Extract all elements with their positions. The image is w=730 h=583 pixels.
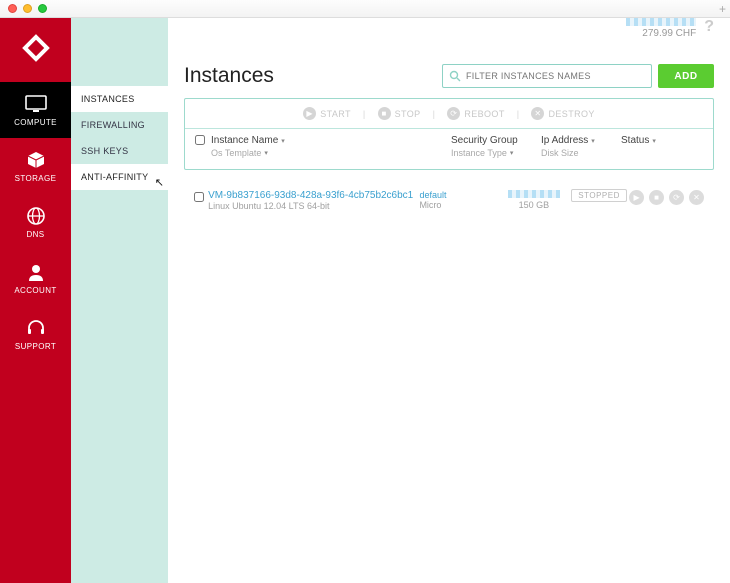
help-icon[interactable]: ? (704, 18, 714, 36)
brand-logo-icon (20, 32, 52, 64)
balance-blurred-icon (626, 18, 696, 26)
disk-size: 150 GB (499, 200, 569, 210)
reboot-icon: ⟳ (447, 107, 460, 120)
row-start-icon[interactable]: ▶ (629, 190, 644, 205)
row-stop-icon[interactable]: ■ (649, 190, 664, 205)
action-reboot[interactable]: ⟳ REBOOT (447, 107, 504, 120)
monitor-icon (23, 93, 49, 115)
caret-down-icon: ▾ (510, 149, 514, 157)
play-icon: ▶ (303, 107, 316, 120)
nav-label: DNS (26, 230, 44, 239)
row-destroy-icon[interactable]: ✕ (689, 190, 704, 205)
security-group-link[interactable]: default (419, 190, 498, 200)
nav-label: COMPUTE (14, 118, 57, 127)
globe-icon (23, 205, 49, 227)
window-new-tab-icon[interactable]: + (719, 2, 726, 16)
nav-item-support[interactable]: SUPPORT (0, 306, 71, 362)
table-body: VM-9b837166-93d8-428a-93f6-4cb75b2c6bc1 … (184, 186, 714, 215)
primary-nav: COMPUTE STORAGE DNS ACCOUNT SUPPORT (0, 0, 71, 583)
instance-name-link[interactable]: VM-9b837166-93d8-428a-93f6-4cb75b2c6bc1 (208, 190, 419, 201)
caret-down-icon: ▾ (264, 149, 268, 157)
caret-down-icon: ▾ (281, 137, 285, 145)
select-all-checkbox[interactable] (195, 135, 205, 145)
add-button[interactable]: ADD (658, 64, 714, 88)
page-title: Instances (184, 64, 442, 88)
window-zoom-icon[interactable] (38, 4, 47, 13)
header-instance-name[interactable]: Instance Name▾ (211, 135, 451, 146)
window-minimize-icon[interactable] (23, 4, 32, 13)
instance-os: Linux Ubuntu 12.04 LTS 64-bit (208, 201, 419, 211)
row-reboot-icon[interactable]: ⟳ (669, 190, 684, 205)
nav-label: SUPPORT (15, 342, 56, 351)
nav-item-storage[interactable]: STORAGE (0, 138, 71, 194)
headset-icon (23, 317, 49, 339)
action-start[interactable]: ▶ START (303, 107, 351, 120)
nav-label: ACCOUNT (14, 286, 56, 295)
ip-blurred-icon (508, 190, 560, 198)
row-checkbox[interactable] (194, 192, 204, 202)
header-status[interactable]: Status▾ (621, 135, 703, 146)
account-balance: 279.99 CHF (626, 18, 696, 39)
action-label: REBOOT (464, 109, 504, 119)
separator: | (363, 109, 366, 119)
action-label: START (320, 109, 351, 119)
caret-down-icon: ▾ (591, 137, 595, 145)
window-titlebar: + (0, 0, 730, 18)
sub-item-instances[interactable]: INSTANCES (71, 86, 168, 112)
header-security-group[interactable]: Security Group (451, 135, 541, 146)
caret-down-icon: ▾ (652, 137, 656, 145)
status-badge: STOPPED (571, 189, 627, 202)
balance-amount: 279.99 CHF (642, 28, 696, 39)
search-input[interactable] (466, 71, 645, 81)
action-label: STOP (395, 109, 421, 119)
instance-type: Micro (419, 200, 498, 210)
header-disk-size: Disk Size (541, 148, 621, 158)
bulk-actions-bar: ▶ START | ■ STOP | ⟳ REBOOT | ✕ DESTROY (185, 99, 713, 129)
destroy-icon: ✕ (531, 107, 544, 120)
pointer-cursor-icon: ↖ (155, 176, 164, 189)
separator: | (517, 109, 520, 119)
sub-item-ssh-keys[interactable]: SSH KEYS (71, 138, 168, 164)
secondary-nav: INSTANCES FIREWALLING SSH KEYS ANTI-AFFI… (71, 0, 168, 583)
cube-icon (23, 149, 49, 171)
table-panel: ▶ START | ■ STOP | ⟳ REBOOT | ✕ DESTROY Inst… (184, 98, 714, 170)
header-ip-address[interactable]: Ip Address▾ (541, 135, 621, 146)
action-stop[interactable]: ■ STOP (378, 107, 421, 120)
header-instance-type[interactable]: Instance Type▾ (451, 148, 541, 158)
header-os-template[interactable]: Os Template▾ (211, 148, 451, 158)
nav-item-compute[interactable]: COMPUTE (0, 82, 71, 138)
separator: | (433, 109, 436, 119)
search-icon (449, 70, 461, 82)
action-destroy[interactable]: ✕ DESTROY (531, 107, 594, 120)
search-box[interactable] (442, 64, 652, 88)
action-label: DESTROY (548, 109, 594, 119)
stop-icon: ■ (378, 107, 391, 120)
sub-item-firewalling[interactable]: FIREWALLING (71, 112, 168, 138)
window-close-icon[interactable] (8, 4, 17, 13)
person-icon (23, 261, 49, 283)
table-header: Instance Name▾ Os Template▾ Security Gro… (185, 129, 713, 169)
main-content: 279.99 CHF ? Instances ADD ▶ START | ■ STO… (168, 0, 730, 583)
sub-item-anti-affinity[interactable]: ANTI-AFFINITY (71, 164, 168, 190)
table-row: VM-9b837166-93d8-428a-93f6-4cb75b2c6bc1 … (184, 186, 714, 215)
nav-label: STORAGE (15, 174, 57, 183)
nav-item-account[interactable]: ACCOUNT (0, 250, 71, 306)
nav-item-dns[interactable]: DNS (0, 194, 71, 250)
